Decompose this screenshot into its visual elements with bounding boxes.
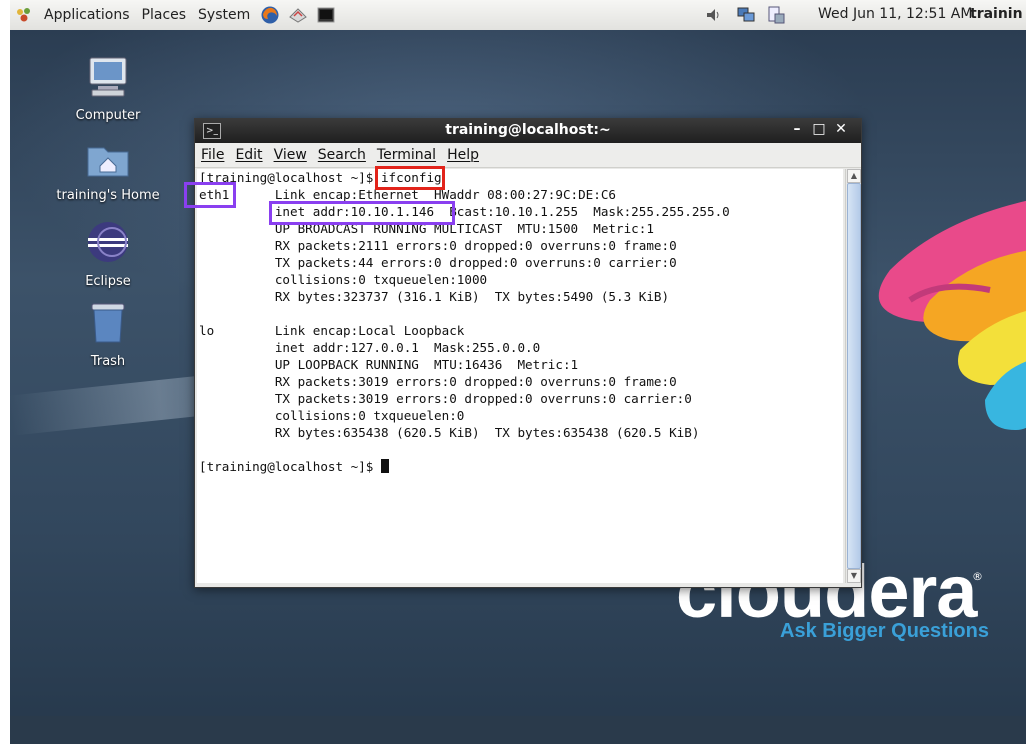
ifconfig-command-highlight [375,166,445,190]
terminal-scrollbar[interactable]: ▲ ▼ [845,169,861,583]
bottom-panel [10,716,1026,744]
menu-terminal[interactable]: Terminal [371,147,441,163]
terminal-line: TX packets:44 errors:0 dropped:0 overrun… [199,255,677,270]
menu-file[interactable]: File [195,147,229,163]
window-title: training@localhost:~ [445,122,611,138]
evolution-mail-launcher-icon[interactable] [288,5,308,25]
applications-menu[interactable]: Applications [38,7,136,23]
terminal-line: inet addr:127.0.0.1 Mask:255.0.0.0 [199,340,541,355]
desktop-icon-computer[interactable]: Computer [48,52,168,123]
volume-icon[interactable] [704,5,724,25]
menu-edit[interactable]: Edit [229,147,267,163]
maximize-button[interactable]: □ [811,121,827,137]
computer-icon [48,52,168,104]
menu-view[interactable]: View [268,147,312,163]
cloudera-tagline: Ask Bigger Questions [780,620,989,642]
trash-icon [48,298,168,350]
wallpaper-splash [850,180,1026,484]
inet-address-highlight [269,201,455,225]
clock[interactable]: Wed Jun 11, 12:51 AM [818,6,972,22]
terminal-line: RX bytes:635438 (620.5 KiB) TX bytes:635… [199,425,700,440]
window-titlebar[interactable]: >_ training@localhost:~ – □ ✕ [195,119,861,143]
eclipse-icon [48,218,168,270]
firefox-launcher-icon[interactable] [260,5,280,25]
terminal-line: [training@localhost ~]$ [199,459,381,474]
user-menu[interactable]: trainin [970,6,1023,22]
terminal-line: RX packets:3019 errors:0 dropped:0 overr… [199,374,677,389]
terminal-line: TX packets:3019 errors:0 dropped:0 overr… [199,391,692,406]
update-notifier-icon[interactable] [766,5,786,25]
desktop-icon-trash[interactable]: Trash [48,298,168,369]
cloudera-registered-mark: ® [972,570,983,583]
terminal-cursor [380,459,389,473]
terminal-line: collisions:0 txqueuelen:1000 [199,272,488,287]
eth1-interface-highlight [184,182,236,208]
scroll-down-arrow-icon[interactable]: ▼ [847,569,861,583]
terminal-window[interactable]: >_ training@localhost:~ – □ ✕ File Edit … [184,118,862,588]
desktop-icon-home[interactable]: training's Home [48,136,168,203]
scroll-up-arrow-icon[interactable]: ▲ [847,169,861,183]
desktop-icon-eclipse[interactable]: Eclipse [48,218,168,289]
network-icon[interactable] [736,5,756,25]
terminal-line: collisions:0 txqueuelen:0 [199,408,465,423]
home-folder-icon [48,136,168,184]
minimize-button[interactable]: – [789,121,805,137]
scroll-thumb[interactable] [847,183,861,569]
terminal-line: UP LOOPBACK RUNNING MTU:16436 Metric:1 [199,357,579,372]
top-panel: Applications Places System Wed Jun 11, 1… [10,0,1026,31]
menu-search[interactable]: Search [312,147,371,163]
terminal-line: RX packets:2111 errors:0 dropped:0 overr… [199,238,677,253]
menu-help[interactable]: Help [441,147,484,163]
close-button[interactable]: ✕ [833,121,849,137]
window-menubar: File Edit View Search Terminal Help [195,143,861,168]
places-menu[interactable]: Places [136,7,193,23]
terminal-line: RX bytes:323737 (316.1 KiB) TX bytes:549… [199,289,670,304]
terminal-output[interactable]: [training@localhost ~]$ ifconfig eth1 Li… [184,166,843,583]
system-menu[interactable]: System [192,7,256,23]
applications-menu-icon [14,5,34,25]
terminal-line: lo Link encap:Local Loopback [199,323,465,338]
terminal-launcher-icon[interactable] [316,5,336,25]
